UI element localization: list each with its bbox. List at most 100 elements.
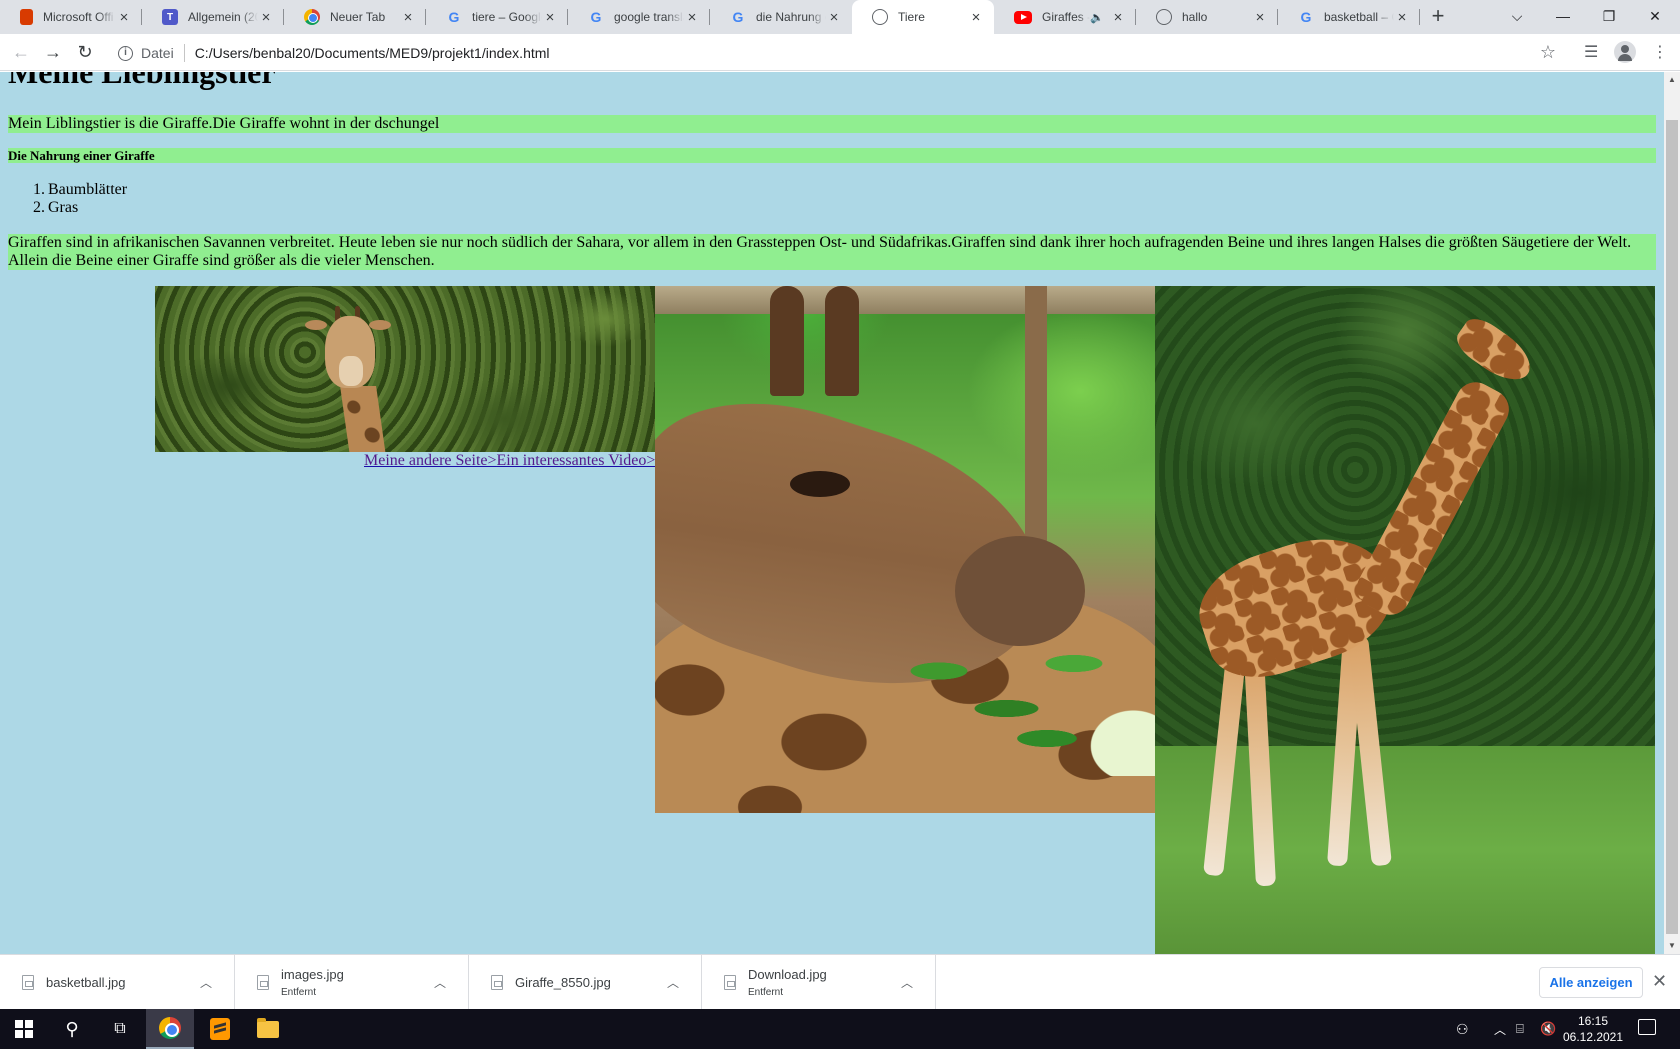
list-number: 1.: [33, 181, 45, 198]
tab-title: tiere – Google: [472, 10, 542, 24]
address-bar[interactable]: i Datei C:/Users/benbal20/Documents/MED9…: [108, 38, 1560, 68]
show-all-downloads-button[interactable]: Alle anzeigen: [1539, 967, 1643, 998]
close-icon[interactable]: ✕: [1652, 971, 1667, 992]
logo-pane: [25, 1030, 33, 1038]
tab-close-icon[interactable]: ×: [542, 9, 558, 26]
page-scrollbar[interactable]: ▲ ▼: [1664, 72, 1680, 954]
tab-close-icon[interactable]: ×: [968, 9, 984, 26]
browser-toolbar: ← → ↻ i Datei C:/Users/benbal20/Document…: [0, 34, 1680, 71]
info-icon[interactable]: i: [118, 45, 133, 61]
link-andere-seite[interactable]: Meine andere Seite>: [364, 452, 497, 469]
people-icon[interactable]: ⚇: [1456, 1009, 1469, 1049]
image-shape: [1025, 286, 1047, 546]
tab-tiere[interactable]: Tiere ×: [852, 0, 994, 34]
close-window-button[interactable]: ✕: [1632, 0, 1678, 34]
chevron-up-icon[interactable]: ︿: [198, 974, 214, 991]
download-item[interactable]: basketball.jpg ︿: [0, 955, 235, 1010]
chrome-icon: [304, 9, 320, 25]
taskbar-explorer[interactable]: [244, 1009, 292, 1049]
tab-close-icon[interactable]: ×: [684, 9, 700, 26]
teams-icon: T: [162, 9, 178, 25]
task-view-icon[interactable]: ⧉: [96, 1009, 144, 1049]
download-status: Entfernt: [748, 987, 784, 998]
back-arrow-icon[interactable]: ←: [8, 40, 34, 66]
tab-hallo[interactable]: hallo ×: [1136, 0, 1278, 34]
tab-neuer-tab[interactable]: Neuer Tab ×: [284, 0, 426, 34]
tab-giraffes-youtube[interactable]: Giraffes - 🔈 ×: [994, 0, 1136, 34]
tab-title: google transla: [614, 10, 684, 24]
search-icon[interactable]: ⚲: [48, 1009, 96, 1049]
page-heading: Meine Lieblingstier: [8, 72, 276, 90]
menu-kebab-icon[interactable]: ⋮: [1652, 42, 1668, 62]
network-icon[interactable]: ⌸: [1516, 1009, 1524, 1049]
tab-close-icon[interactable]: ×: [258, 9, 274, 26]
address-scheme-label: Datei: [141, 45, 174, 61]
download-item[interactable]: Giraffe_8550.jpg ︿: [469, 955, 702, 1010]
bookmark-star-icon[interactable]: ☆: [1540, 42, 1556, 63]
tab-close-icon[interactable]: ×: [116, 9, 132, 26]
taskbar-sublime[interactable]: [196, 1009, 244, 1049]
chevron-up-icon[interactable]: ︿: [432, 974, 448, 991]
profile-avatar-icon[interactable]: [1614, 41, 1636, 63]
link-interessantes-video[interactable]: Ein interessantes Video>: [497, 452, 656, 469]
tab-google-translate[interactable]: G google transla ×: [568, 0, 710, 34]
notification-icon[interactable]: [1638, 1019, 1656, 1035]
windows-icon: [15, 1020, 33, 1038]
download-text: images.jpg Entfernt: [281, 967, 432, 998]
savanna-paragraph: Giraffen sind in afrikanischen Savannen …: [8, 234, 1656, 270]
giraffe-eating-image: [655, 286, 1155, 813]
tab-title: hallo: [1182, 10, 1208, 24]
tab-search-button[interactable]: ⌵: [1494, 0, 1540, 34]
image-shape: [340, 386, 386, 452]
tab-microsoft-office[interactable]: Microsoft Offi ×: [0, 0, 142, 34]
chevron-up-icon[interactable]: ︿: [899, 974, 915, 991]
minimize-button[interactable]: —: [1540, 0, 1586, 34]
chevron-up-icon[interactable]: ︿: [1494, 1009, 1506, 1049]
scroll-up-arrow-icon[interactable]: ▲: [1664, 72, 1680, 88]
tab-close-icon[interactable]: ×: [1252, 9, 1268, 26]
list-item-text: Gras: [48, 199, 79, 216]
logo-pane: [15, 1030, 23, 1038]
download-text: basketball.jpg: [46, 975, 198, 990]
list-item: 2. Gras: [33, 199, 127, 217]
image-shape: [339, 356, 363, 386]
new-tab-button[interactable]: +: [1424, 4, 1452, 30]
tab-title: Neuer Tab: [330, 10, 386, 24]
clock-date: 06.12.2021: [1562, 1030, 1624, 1044]
restore-button[interactable]: ❐: [1586, 0, 1632, 34]
download-name: basketball.jpg: [46, 975, 126, 990]
tab-close-icon[interactable]: ×: [1394, 9, 1410, 26]
chevron-up-icon[interactable]: ︿: [665, 974, 681, 991]
volume-muted-icon[interactable]: 🔇: [1540, 1009, 1556, 1049]
taskbar-chrome[interactable]: [146, 1009, 194, 1049]
tab-allgemein[interactable]: T Allgemein (20 ×: [142, 0, 284, 34]
download-status: Entfernt: [281, 987, 317, 998]
download-item[interactable]: Download.jpg Entfernt ︿: [702, 955, 936, 1010]
logo-pane: [15, 1020, 23, 1028]
tab-title: die Nahrung e: [756, 10, 826, 24]
google-icon: G: [590, 9, 602, 25]
scroll-down-arrow-icon[interactable]: ▼: [1664, 938, 1680, 954]
tab-tiere-google[interactable]: G tiere – Google ×: [426, 0, 568, 34]
google-icon: G: [448, 9, 460, 25]
reload-icon[interactable]: ↻: [72, 40, 98, 66]
tab-die-nahrung[interactable]: G die Nahrung e ×: [710, 0, 852, 34]
list-number: 2.: [33, 199, 45, 216]
clock-time: 16:15: [1577, 1014, 1609, 1028]
chrome-icon: [159, 1017, 181, 1039]
tab-strip: Microsoft Offi × T Allgemein (20 × Neuer…: [0, 0, 1680, 34]
tab-close-icon[interactable]: ×: [826, 9, 842, 26]
tab-close-icon[interactable]: ×: [400, 9, 416, 26]
scrollbar-thumb[interactable]: [1666, 120, 1678, 934]
download-item[interactable]: images.jpg Entfernt ︿: [235, 955, 469, 1010]
start-button[interactable]: [0, 1009, 48, 1049]
giraffe-standing-image: [1155, 286, 1655, 954]
folder-icon: [257, 1017, 279, 1038]
tab-close-icon[interactable]: ×: [1110, 9, 1126, 26]
system-clock[interactable]: 16:15 06.12.2021: [1562, 1013, 1624, 1045]
address-url[interactable]: C:/Users/benbal20/Documents/MED9/projekt…: [195, 45, 550, 61]
speaker-icon[interactable]: 🔈: [1090, 11, 1104, 24]
tab-basketball[interactable]: G basketball – G ×: [1278, 0, 1420, 34]
forward-arrow-icon[interactable]: →: [40, 40, 66, 66]
reading-list-icon[interactable]: ☰: [1584, 42, 1598, 62]
